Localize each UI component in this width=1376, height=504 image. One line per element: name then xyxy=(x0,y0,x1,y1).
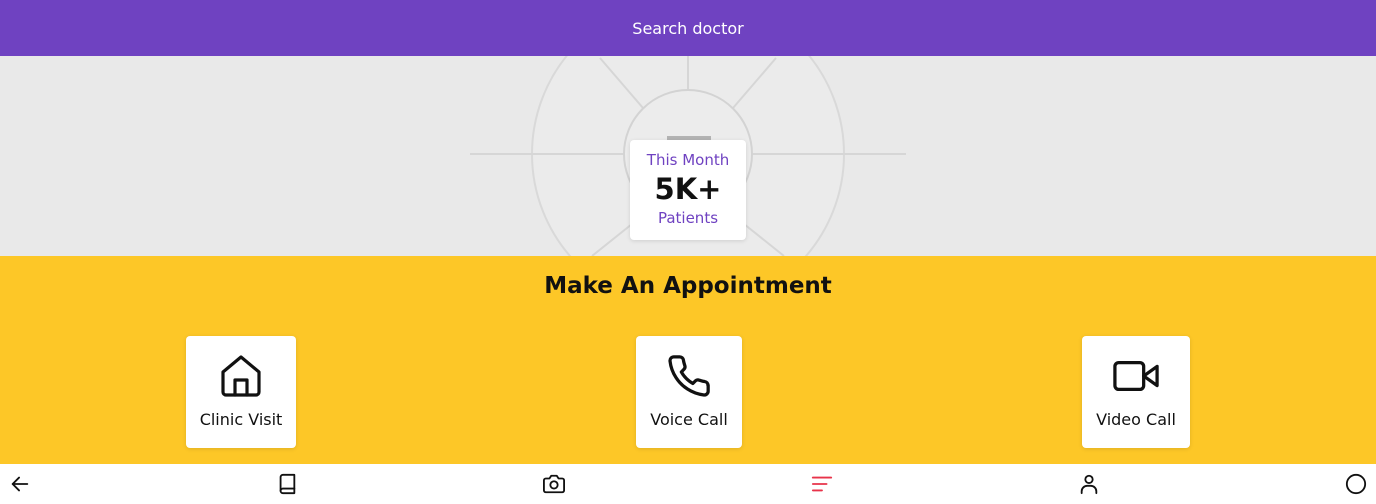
user-icon[interactable] xyxy=(1077,472,1101,496)
stats-hero: This Month 5K+ Patients xyxy=(0,56,1376,256)
clinic-visit-button[interactable]: Clinic Visit xyxy=(186,336,296,448)
appointment-section: Make An Appointment Clinic Visit Voice C… xyxy=(0,256,1376,464)
voice-call-label: Voice Call xyxy=(650,410,728,429)
stat-value: 5K+ xyxy=(654,172,722,206)
phone-icon xyxy=(665,352,713,400)
video-call-button[interactable]: Video Call xyxy=(1082,336,1190,448)
top-bar: Search doctor xyxy=(0,0,1376,56)
bottom-navigation xyxy=(0,464,1376,504)
search-doctor-title[interactable]: Search doctor xyxy=(632,19,743,38)
stat-unit: Patients xyxy=(657,209,719,227)
appointment-heading: Make An Appointment xyxy=(544,273,832,299)
circle-icon[interactable] xyxy=(1344,472,1368,496)
clinic-visit-label: Clinic Visit xyxy=(199,410,283,429)
book-icon[interactable] xyxy=(275,472,299,496)
camera-icon[interactable] xyxy=(542,472,566,496)
video-call-label: Video Call xyxy=(1096,410,1176,429)
stat-period: This Month xyxy=(646,151,730,169)
home-icon xyxy=(217,352,265,400)
menu-icon[interactable] xyxy=(810,472,834,496)
voice-call-button[interactable]: Voice Call xyxy=(636,336,742,448)
video-icon xyxy=(1112,352,1160,400)
patients-stat-card: This Month 5K+ Patients xyxy=(630,140,746,240)
back-arrow-icon[interactable] xyxy=(8,472,32,496)
